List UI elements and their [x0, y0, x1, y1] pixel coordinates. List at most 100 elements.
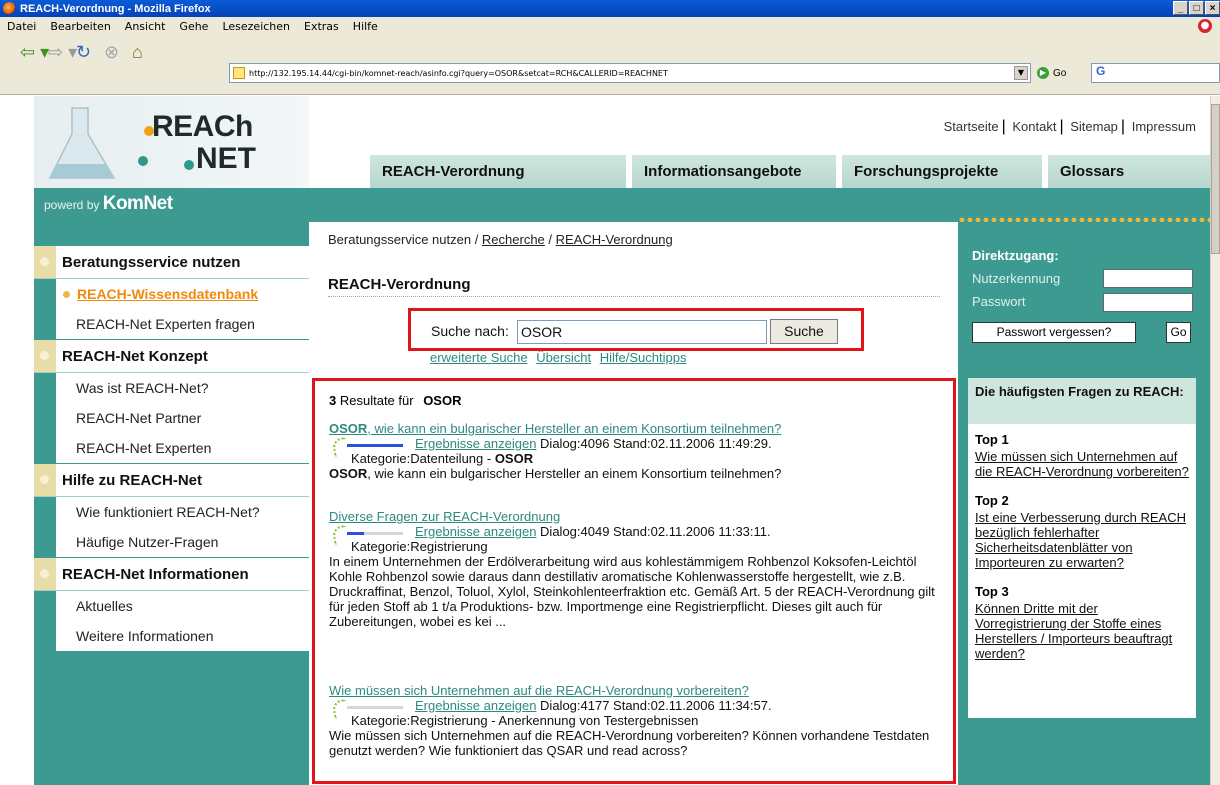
- nav-section-informationen[interactable]: REACH-Net Informationen: [34, 557, 309, 591]
- url-text: http://132.195.14.44/cgi-bin/komnet-reac…: [249, 68, 668, 78]
- nav-section-label: Beratungsservice nutzen: [62, 253, 241, 271]
- go-arrow-icon: ▶: [1037, 67, 1049, 79]
- nav-section-label: Hilfe zu REACH-Net: [62, 471, 203, 489]
- toolbar-search-input[interactable]: G: [1091, 63, 1220, 83]
- link-erweiterte-suche[interactable]: erweiterte Suche: [430, 350, 528, 365]
- site-logo[interactable]: REACh NET: [34, 96, 309, 188]
- menu-hilfe[interactable]: Hilfe: [346, 20, 385, 33]
- scrollbar-thumb[interactable]: [1211, 104, 1220, 254]
- nav-item-experten-fragen[interactable]: REACH-Net Experten fragen: [34, 309, 309, 339]
- result-title-link[interactable]: Wie müssen sich Unternehmen auf die REAC…: [329, 683, 749, 698]
- nav-section-konzept[interactable]: REACH-Net Konzept: [34, 339, 309, 373]
- link-sitemap[interactable]: Sitemap: [1070, 119, 1118, 134]
- relevance-fill: [347, 532, 364, 535]
- section-bullet-icon: [34, 464, 56, 496]
- forward-arrow-icon[interactable]: ⇨ ▾: [48, 40, 77, 64]
- home-icon[interactable]: ⌂: [132, 40, 143, 64]
- menu-bearbeiten[interactable]: Bearbeiten: [43, 20, 117, 33]
- flask-icon: [48, 107, 116, 179]
- stop-throbber-icon: ●: [1198, 19, 1212, 33]
- result-snippet: OSOR, wie kann ein bulgarischer Herstell…: [329, 466, 939, 481]
- menu-ansicht[interactable]: Ansicht: [118, 20, 173, 33]
- title-divider: [328, 296, 940, 297]
- powered-by: powerd by KomNet: [44, 193, 173, 215]
- faq-link[interactable]: Wie müssen sich Unternehmen auf die REAC…: [975, 449, 1189, 479]
- password-forgot-button[interactable]: Passwort vergessen?: [972, 322, 1136, 343]
- breadcrumb-sep: /: [544, 232, 556, 247]
- page-scrollbar[interactable]: [1210, 96, 1220, 785]
- tab-glossars[interactable]: Glossars: [1047, 154, 1210, 188]
- link-hilfe-suchtipps[interactable]: Hilfe/Suchtipps: [600, 350, 687, 365]
- nav-item-weitere-informationen[interactable]: Weitere Informationen: [34, 621, 309, 651]
- search-input[interactable]: OSOR: [517, 320, 767, 344]
- nav-section-label: REACH-Net Konzept: [62, 347, 208, 365]
- link-impressum[interactable]: Impressum: [1132, 119, 1196, 134]
- page-icon: [233, 67, 245, 79]
- faq-link[interactable]: Ist eine Verbesserung durch REACH bezügl…: [975, 510, 1186, 570]
- ergebnisse-anzeigen-link[interactable]: Ergebnisse anzeigen: [415, 436, 536, 451]
- password-input[interactable]: [1103, 293, 1193, 312]
- user-input[interactable]: [1103, 269, 1193, 288]
- link-kontakt[interactable]: Kontakt: [1012, 119, 1056, 134]
- back-arrow-icon[interactable]: ⇦ ▾: [20, 40, 49, 64]
- relevance-bar: [347, 444, 403, 447]
- result-title-text: Wie müssen sich Unternehmen auf die REAC…: [329, 683, 749, 698]
- breadcrumb-recherche[interactable]: Recherche: [482, 232, 545, 247]
- nav-item-aktuelles[interactable]: Aktuelles: [34, 591, 309, 621]
- nav-item-was-ist[interactable]: Was ist REACH-Net?: [34, 373, 309, 403]
- result-meta: Ergebnisse anzeigen Dialog:4049 Stand:02…: [329, 524, 939, 554]
- password-label: Passwort: [972, 294, 1026, 309]
- nav-section-beratungsservice[interactable]: Beratungsservice nutzen: [34, 245, 309, 279]
- breadcrumb-reach-verordnung[interactable]: REACH-Verordnung: [556, 232, 673, 247]
- faq-link[interactable]: Können Dritte mit der Vorregistrierung d…: [975, 601, 1172, 661]
- menu-datei[interactable]: Datei: [0, 20, 43, 33]
- result-meta-line: Ergebnisse anzeigen Dialog:4177 Stand:02…: [415, 698, 772, 713]
- link-startseite[interactable]: Startseite: [944, 119, 999, 134]
- faq-heading: Die häufigsten Fragen zu REACH:: [968, 378, 1196, 424]
- menu-lesezeichen[interactable]: Lesezeichen: [215, 20, 297, 33]
- ergebnisse-anzeigen-link[interactable]: Ergebnisse anzeigen: [415, 698, 536, 713]
- powered-brand: KomNet: [102, 193, 173, 214]
- tab-informationsangebote[interactable]: Informationsangebote: [631, 154, 837, 188]
- logo-text-net: NET: [196, 142, 256, 175]
- maximize-button[interactable]: □: [1189, 1, 1204, 15]
- nav-section-label: REACH-Net Informationen: [62, 565, 249, 583]
- menu-extras[interactable]: Extras: [297, 20, 346, 33]
- tab-forschungsprojekte[interactable]: Forschungsprojekte: [841, 154, 1043, 188]
- close-button[interactable]: ×: [1205, 1, 1220, 15]
- relevance-fill: [347, 444, 403, 447]
- go-button[interactable]: ▶ Go: [1037, 64, 1066, 82]
- results-count: 3 Resultate für OSOR: [329, 393, 461, 408]
- results-count-label: Resultate für: [339, 393, 414, 408]
- nav-item-reach-wissensdatenbank[interactable]: REACH-Wissensdatenbank: [34, 279, 309, 309]
- relevance-bar: [347, 532, 403, 535]
- menu-gehe[interactable]: Gehe: [172, 20, 215, 33]
- link-uebersicht[interactable]: Übersicht: [536, 350, 591, 365]
- nav-item-haeufige-fragen[interactable]: Häufige Nutzer-Fragen: [34, 527, 309, 557]
- reload-icon[interactable]: ↻: [76, 40, 91, 64]
- result-title-link[interactable]: OSOR, wie kann ein bulgarischer Herstell…: [329, 421, 781, 436]
- nav-item-partner[interactable]: REACH-Net Partner: [34, 403, 309, 433]
- main-tabs: REACH-Verordnung Informationsangebote Fo…: [309, 154, 1210, 188]
- direktzugang-title: Direktzugang:: [972, 248, 1059, 263]
- section-bullet-icon: [34, 246, 56, 278]
- nav-item-label: REACH-Wissensdatenbank: [77, 286, 259, 302]
- ergebnisse-anzeigen-link[interactable]: Ergebnisse anzeigen: [415, 524, 536, 539]
- login-go-button[interactable]: Go: [1166, 322, 1191, 343]
- minimize-button[interactable]: _: [1173, 1, 1188, 15]
- faq-box: Die häufigsten Fragen zu REACH: Top 1 Wi…: [968, 378, 1196, 718]
- result-title-link[interactable]: Diverse Fragen zur REACH-Verordnung: [329, 509, 560, 524]
- nav-item-wie-funktioniert[interactable]: Wie funktioniert REACH-Net?: [34, 497, 309, 527]
- url-bar[interactable]: http://132.195.14.44/cgi-bin/komnet-reac…: [229, 63, 1031, 83]
- window-controls: _ □ ×: [1173, 1, 1220, 15]
- result-dialog-meta: Dialog:4096 Stand:02.11.2006 11:49:29.: [540, 436, 772, 451]
- url-dropdown-icon[interactable]: ▼: [1014, 66, 1028, 80]
- nav-section-hilfe[interactable]: Hilfe zu REACH-Net: [34, 463, 309, 497]
- result-dialog-meta: Dialog:4177 Stand:02.11.2006 11:34:57.: [540, 698, 772, 713]
- tab-reach-verordnung[interactable]: REACH-Verordnung: [369, 154, 627, 188]
- results-count-number: 3: [329, 393, 337, 408]
- stop-icon[interactable]: ⊗: [104, 40, 119, 64]
- page-title: REACH-Verordnung: [328, 276, 471, 293]
- search-button[interactable]: Suche: [770, 319, 838, 344]
- nav-item-experten[interactable]: REACH-Net Experten: [34, 433, 309, 463]
